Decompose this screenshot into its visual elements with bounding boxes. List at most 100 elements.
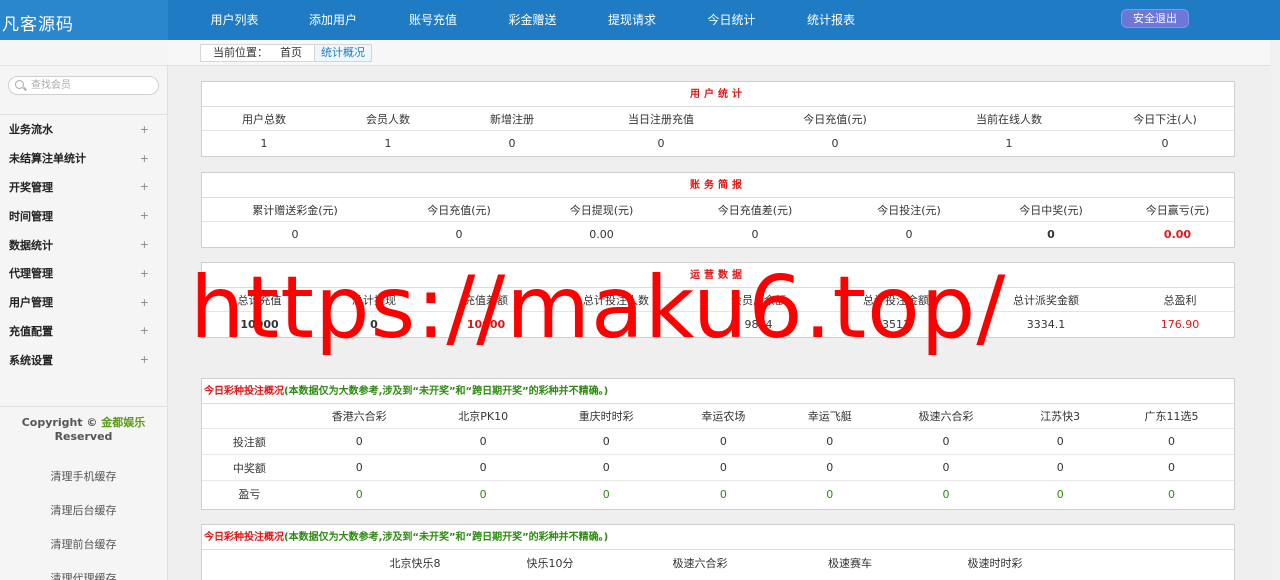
header-cell: 香港六合彩: [331, 410, 387, 423]
expand-icon: +: [139, 324, 149, 338]
clear-mobile-cache-link[interactable]: 清理手机缓存: [0, 460, 167, 494]
expand-icon: +: [139, 238, 149, 252]
panel-title: 今日彩种投注概况(本数据仅为大数参考,涉及到“未开奖”和“跨日期开奖”的彩种并不…: [202, 379, 1234, 404]
sidebar-item-business-flow[interactable]: 业务流水 +: [0, 115, 167, 144]
logout-button[interactable]: 安全退出: [1121, 9, 1189, 28]
logo-area: 凡客源码: [0, 0, 168, 40]
top-bar: 凡客源码 用户列表 添加用户 账号充值 彩金赠送 提现请求 今日统计 统计报表 …: [0, 0, 1280, 40]
header-cell: 重庆时时彩: [578, 410, 634, 423]
value-cell: 0: [1168, 487, 1175, 501]
sidebar-item-agent-management[interactable]: 代理管理 +: [0, 259, 167, 288]
lottery-summary-panel: 今日彩种投注概况(本数据仅为大数参考,涉及到“未开奖”和“跨日期开奖”的彩种并不…: [201, 378, 1235, 510]
nav-add-user[interactable]: 添加用户: [283, 0, 383, 40]
sidebar-item-system-settings[interactable]: 系统设置 +: [0, 345, 167, 374]
sidebar-footer: Copyright © 金都娱乐 Reserved 清理手机缓存 清理后台缓存 …: [0, 406, 167, 580]
panel-note: (本数据仅为大数参考,涉及到“未开奖”和“跨日期开奖”的彩种并不精确。): [284, 386, 609, 397]
table-header: 香港六合彩 北京PK10 重庆时时彩 幸运农场 幸运飞艇 极速六合彩 江苏快3 …: [202, 404, 1234, 429]
table-row: 0 0 0.00 0 0 0 0.00: [202, 222, 1234, 246]
panel-title: 账务简报: [202, 173, 1234, 198]
nav-bonus-gift[interactable]: 彩金赠送: [483, 0, 582, 40]
value-cell: 0: [1161, 136, 1169, 150]
expand-icon: +: [139, 295, 149, 309]
sidebar-item-draw-management[interactable]: 开奖管理 +: [0, 173, 167, 202]
value-cell: 1: [384, 136, 392, 150]
breadcrumb-prefix: 当前位置：: [213, 46, 268, 59]
header-cell: 极速六合彩: [918, 410, 974, 423]
value-cell: 0: [508, 136, 516, 150]
header-cell: 江苏快3: [1040, 410, 1081, 423]
header-cell: 会员总余额: [731, 293, 786, 307]
row-label: 中奖额: [232, 461, 266, 475]
value-cell: 1: [1005, 136, 1013, 150]
nav-account-recharge[interactable]: 账号充值: [383, 0, 483, 40]
member-search-input[interactable]: [31, 78, 151, 93]
value-cell: 0: [355, 435, 363, 448]
breadcrumb-current: 统计概况: [314, 45, 371, 61]
table-header: 用户总数 会员人数 新增注册 当日注册充值 今日充值(元) 当前在线人数 今日下…: [202, 107, 1234, 131]
value-cell: 0: [370, 317, 378, 331]
sidebar: 业务流水 + 未结算注单统计 + 开奖管理 + 时间管理 + 数据统计 + 代理管理 + 用…: [0, 40, 168, 580]
header-cell: 广东11选5: [1144, 410, 1199, 423]
value-cell: 0: [1056, 461, 1064, 474]
sidebar-item-label: 时间管理: [9, 209, 53, 223]
value-cell: 0.00: [589, 227, 614, 241]
panel-title: 运营数据: [202, 263, 1234, 288]
table-row: 盈亏 0 0 0 0 0 0 0 0: [202, 481, 1234, 507]
expand-icon: +: [139, 180, 149, 194]
top-nav: 用户列表 添加用户 账号充值 彩金赠送 提现请求 今日统计 统计报表: [186, 0, 881, 40]
clear-admin-cache-link[interactable]: 清理后台缓存: [0, 494, 167, 528]
value-cell: 10000: [240, 317, 279, 331]
header-cell: 今日提现(元): [569, 203, 634, 217]
breadcrumb-home[interactable]: 首页: [274, 46, 308, 59]
sidebar-item-time-management[interactable]: 时间管理 +: [0, 201, 167, 230]
header-cell: 极速赛车: [828, 556, 872, 570]
value-cell: 0: [719, 461, 727, 474]
clear-agent-cache-link[interactable]: 清理代理缓存: [0, 562, 167, 580]
scrollbar[interactable]: [1270, 40, 1280, 580]
finance-panel: 账务简报 累计赠送彩金(元) 今日充值(元) 今日提现(元) 今日充值差(元) …: [201, 172, 1235, 248]
nav-stats-report[interactable]: 统计报表: [781, 0, 881, 40]
sidebar-item-recharge-config[interactable]: 充值配置 +: [0, 317, 167, 346]
header-cell: 北京快乐8: [389, 556, 441, 570]
value-cell: 0: [657, 136, 665, 150]
table-row: 1 1 0 0 0 1 0: [202, 131, 1234, 155]
header-cell: 当前在线人数: [976, 112, 1042, 126]
nav-today-stats[interactable]: 今日统计: [682, 0, 781, 40]
value-cell: 0: [826, 487, 834, 501]
header-cell: 用户总数: [242, 112, 286, 126]
sidebar-top-strip: [0, 40, 168, 66]
value-cell: 0: [826, 435, 834, 448]
header-cell: 今日中奖(元): [1019, 203, 1083, 217]
sidebar-item-label: 未结算注单统计: [9, 152, 86, 166]
header-cell: 总计提现: [352, 293, 396, 307]
value-cell: 0: [291, 227, 299, 241]
breadcrumb-label: 当前位置： 首页: [201, 45, 314, 61]
header-cell: 总计派奖金额: [1013, 293, 1079, 307]
app-logo: 凡客源码: [2, 15, 74, 35]
header-cell: 极速六合彩: [672, 556, 728, 570]
table-row: 10000 0 10000 9834 3511 3334.1 176.90: [202, 312, 1234, 336]
value-cell: 0: [905, 227, 913, 241]
main-content: 用户统计 用户总数 会员人数 新增注册 当日注册充值 今日充值(元) 当前在线人…: [168, 66, 1280, 580]
nav-withdraw-requests[interactable]: 提现请求: [582, 0, 682, 40]
sidebar-item-unsettled-bets[interactable]: 未结算注单统计 +: [0, 144, 167, 173]
sidebar-item-data-stats[interactable]: 数据统计 +: [0, 230, 167, 259]
search-icon[interactable]: [15, 80, 24, 89]
copyright-prefix: Copyright ©: [21, 416, 98, 429]
value-cell: 0: [942, 435, 950, 448]
sidebar-menu: 业务流水 + 未结算注单统计 + 开奖管理 + 时间管理 + 数据统计 + 代理管理 + 用…: [0, 114, 167, 374]
panel-title: 用户统计: [202, 82, 1234, 107]
clear-frontend-cache-link[interactable]: 清理前台缓存: [0, 528, 167, 562]
sidebar-item-user-management[interactable]: 用户管理 +: [0, 288, 167, 317]
nav-user-list[interactable]: 用户列表: [186, 0, 283, 40]
table-header: 北京快乐8 快乐10分 极速六合彩 极速赛车 极速时时彩: [202, 550, 1234, 575]
panel-title: 今日彩种投注概况(本数据仅为大数参考,涉及到“未开奖”和“跨日期开奖”的彩种并不…: [202, 525, 1234, 550]
table-row: 中奖额 0 0 0 0 0 0 0 0: [202, 455, 1234, 481]
row-label: 盈亏: [238, 488, 261, 501]
value-cell: 0: [602, 487, 610, 501]
value-cell: 0: [831, 136, 839, 150]
sidebar-item-label: 代理管理: [9, 267, 53, 281]
panel-title-text: 今日彩种投注概况: [204, 532, 284, 543]
breadcrumb: 当前位置： 首页 统计概况: [200, 44, 372, 62]
sidebar-item-label: 系统设置: [9, 353, 53, 367]
